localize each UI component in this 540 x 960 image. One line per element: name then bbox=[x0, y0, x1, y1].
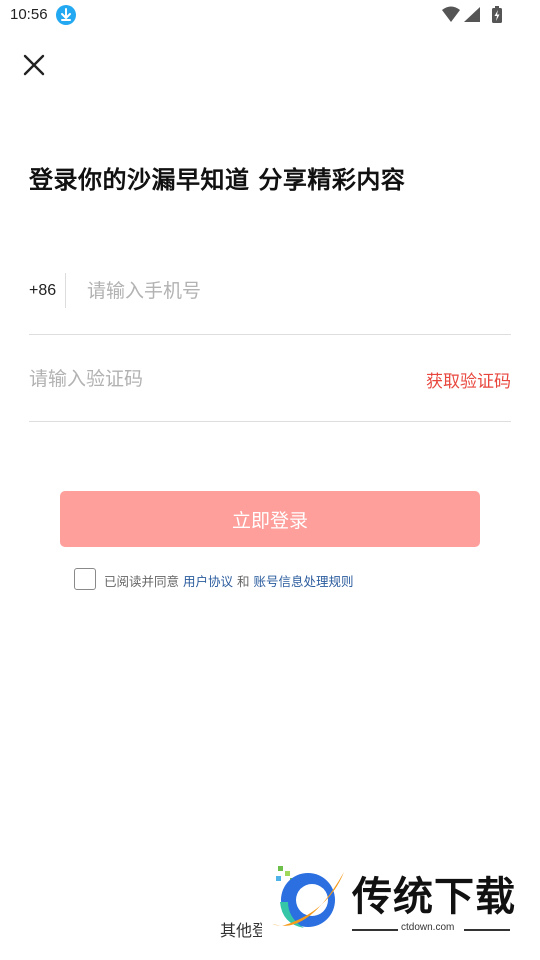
cell-signal-icon bbox=[464, 7, 480, 22]
other-login-label[interactable]: 其他登 bbox=[220, 917, 262, 941]
get-code-button[interactable]: 获取验证码 bbox=[426, 367, 511, 392]
agreement-prefix: 已阅读并同意 bbox=[104, 574, 183, 589]
brand-logo-icon bbox=[272, 866, 344, 928]
user-agreement-link[interactable]: 用户协议 bbox=[183, 574, 233, 589]
phone-input[interactable] bbox=[87, 275, 467, 307]
privacy-rules-link[interactable]: 账号信息处理规则 bbox=[253, 574, 353, 589]
watermark-site: ctdown.com bbox=[401, 922, 455, 933]
phone-field-row: +86 bbox=[29, 262, 511, 335]
status-icons bbox=[442, 6, 508, 24]
verification-code-input[interactable] bbox=[29, 363, 329, 395]
agreement-checkbox[interactable] bbox=[74, 568, 96, 590]
watermark: 传统下载 ctdown.com bbox=[268, 862, 518, 940]
close-x-icon bbox=[23, 54, 45, 76]
close-button[interactable] bbox=[18, 49, 50, 81]
wifi-icon bbox=[442, 6, 460, 22]
download-arrow-icon bbox=[56, 5, 76, 25]
battery-charging-icon bbox=[492, 6, 502, 23]
agreement-connector: 和 bbox=[233, 574, 254, 589]
watermark-brand: 传统下载 bbox=[352, 874, 516, 920]
verification-field-row: 获取验证码 bbox=[29, 350, 511, 422]
watermark-line-left bbox=[352, 929, 398, 931]
country-code-divider bbox=[65, 273, 66, 308]
login-button[interactable]: 立即登录 bbox=[60, 491, 480, 547]
watermark-line-right bbox=[464, 929, 510, 931]
status-bar: 10:56 bbox=[0, 0, 540, 30]
status-time: 10:56 bbox=[10, 6, 48, 23]
country-code-selector[interactable]: +86 bbox=[29, 282, 56, 300]
agreement-text: 已阅读并同意 用户协议 和 账号信息处理规则 bbox=[104, 571, 353, 590]
page-title: 登录你的沙漏早知道 分享精彩内容 bbox=[29, 166, 406, 194]
